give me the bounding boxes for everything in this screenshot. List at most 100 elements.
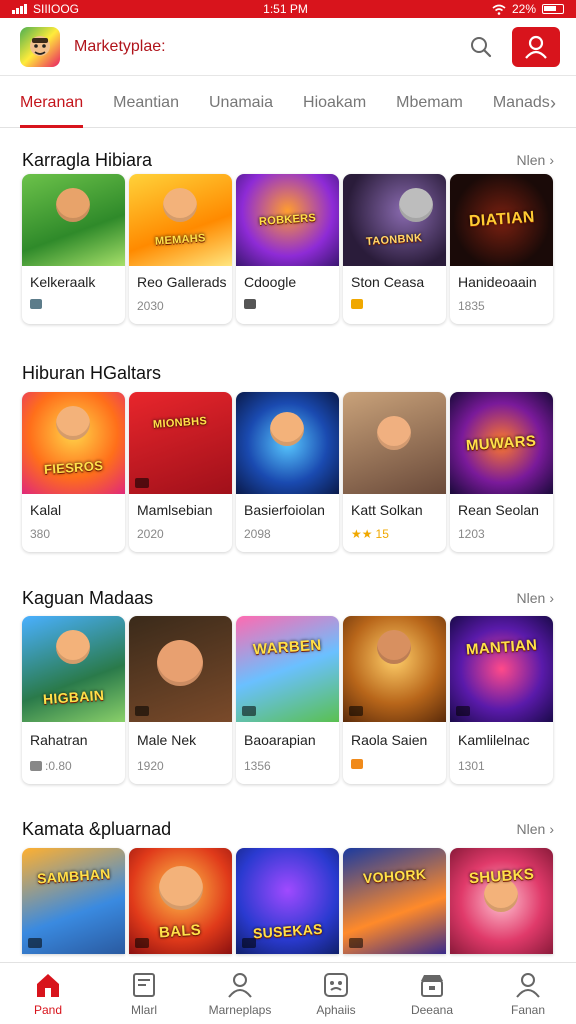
see-more-label: Nlen (516, 821, 546, 837)
game-name: Kamlilelnac (458, 732, 530, 748)
game-thumbnail: SHUBKS (450, 848, 553, 954)
badge-icon (456, 706, 470, 716)
game-card[interactable]: SAMBHAN (22, 848, 125, 954)
game-meta: 1835 (458, 299, 485, 313)
game-card[interactable]: SUSEKAS (236, 848, 339, 954)
game-card[interactable]: Basierfoiolan 2098 (236, 392, 339, 552)
nav-item-deeana[interactable]: Deeana (384, 963, 480, 1024)
section-title: Kamata &pluarnad (22, 819, 172, 839)
game-card[interactable]: Katt Solkan ★★ 15 (343, 392, 446, 552)
nav-item-mlarl[interactable]: Mlarl (96, 963, 192, 1024)
app-icon (322, 971, 350, 999)
section-hiburan-hgaltars: Hiburan HGaltars FIESROS Kalal 380 MIONB… (0, 359, 576, 559)
game-card[interactable]: MUWARS Rean Seolan 1203 (450, 392, 553, 552)
game-card[interactable]: TAONBNK Ston Ceasa (343, 174, 446, 324)
game-meta: 1920 (137, 759, 164, 773)
game-thumbnail: ROBKERS (236, 174, 339, 266)
section-header: Kaguan Madaas Nlen › (0, 584, 576, 614)
character-figure (270, 412, 304, 446)
game-card[interactable]: MANTIAN Kamlilelnac 1301 (450, 616, 553, 784)
see-more-link[interactable]: Nlen › (517, 152, 554, 168)
search-bar[interactable] (70, 27, 466, 67)
character-figure (56, 188, 90, 222)
game-art-text: FIESROS (43, 457, 104, 477)
character-figure (159, 866, 203, 910)
section-kamata-pluarnad: Kamata &pluarnad Nlen › SAMBHAN BALS SUSE… (0, 815, 576, 962)
app-logo-icon[interactable] (20, 26, 60, 67)
game-name: Basierfoiolan (244, 502, 325, 518)
nav-item-aphaiis[interactable]: Aphaiis (288, 963, 384, 1024)
badge-icon (135, 478, 149, 488)
profile-icon (226, 971, 254, 999)
see-more-label: Nlen (516, 590, 546, 606)
see-more-link[interactable]: Nlen › (517, 590, 554, 606)
game-thumbnail (343, 616, 446, 722)
nav-item-marneplaps[interactable]: Marneplaps (192, 963, 288, 1024)
chevron-right-icon: › (549, 821, 554, 837)
game-meta-value: 1356 (244, 759, 271, 773)
character-figure (56, 630, 90, 664)
game-card[interactable]: DIATIAN Hanideoaain 1835 (450, 174, 553, 324)
game-thumbnail (343, 392, 446, 494)
badge-icon (135, 706, 149, 716)
game-card[interactable]: Kelkeraalk (22, 174, 125, 324)
game-thumbnail: SAMBHAN (22, 848, 125, 954)
tab-unamaia[interactable]: Unamaia (209, 78, 273, 128)
profile-button[interactable] (512, 26, 560, 67)
game-card[interactable]: BALS (129, 848, 232, 954)
section-kaguan-madaas: Kaguan Madaas Nlen › HIGBAIN Rahatran :0.… (0, 584, 576, 789)
nav-label: Fanan (510, 1003, 546, 1017)
tab-meranan[interactable]: Meranan (20, 78, 84, 128)
game-meta-value: 2030 (137, 299, 164, 313)
game-meta (351, 759, 366, 769)
game-thumbnail: MEMAHS (129, 174, 232, 266)
nav-label: Aphaiis (316, 1003, 356, 1017)
platform-icon (30, 761, 42, 771)
game-card[interactable]: Male Nek 1920 (129, 616, 232, 784)
nav-item-home[interactable]: Pand (0, 963, 96, 1024)
game-card[interactable]: VOHORK (343, 848, 446, 954)
game-card[interactable]: MIONBHS Mamlsebian 2020 (129, 392, 232, 552)
user-icon (525, 35, 547, 59)
nav-label: Pand (33, 1003, 63, 1017)
chevron-right-icon[interactable]: › (550, 78, 556, 128)
game-meta-value: 1301 (458, 759, 485, 773)
badge-icon (242, 706, 256, 716)
search-input[interactable] (74, 37, 462, 56)
game-thumbnail: DIATIAN (450, 174, 553, 266)
game-art-text: SUSEKAS (252, 920, 323, 942)
game-meta-value: 2020 (137, 527, 164, 541)
tab-meantian[interactable]: Meantian (113, 78, 179, 128)
badge-icon (242, 938, 256, 948)
nav-item-fanan[interactable]: Fanan (480, 963, 576, 1024)
game-card[interactable]: MEMAHS Reo Gallerads 2030 (129, 174, 232, 324)
game-thumbnail: VOHORK (343, 848, 446, 954)
carrier-name: SIIIOOG (33, 2, 80, 16)
game-art-text: MIONBHS (153, 415, 208, 431)
game-card[interactable]: HIGBAIN Rahatran :0.80 (22, 616, 125, 784)
nav-label: Marneplaps (208, 1003, 272, 1017)
section-title: Hiburan HGaltars (22, 363, 162, 383)
nav-label: Mlarl (131, 1003, 157, 1017)
tab-mbemam[interactable]: Mbemam (396, 78, 463, 128)
game-name: Raola Saien (351, 732, 428, 748)
battery-icon (542, 4, 564, 14)
tab-hioakam[interactable]: Hioakam (303, 78, 366, 128)
game-card[interactable]: WARBEN Baoarapian 1356 (236, 616, 339, 784)
status-right: 22% (492, 2, 564, 16)
game-card[interactable]: Raola Saien (343, 616, 446, 784)
game-art-text: SAMBHAN (36, 865, 111, 887)
search-icon[interactable] (466, 32, 496, 62)
see-more-link[interactable]: Nlen › (517, 821, 554, 837)
battery-percent: 22% (511, 2, 536, 16)
game-name: Reo Gallerads (137, 274, 227, 290)
game-card[interactable]: SHUBKS (450, 848, 553, 954)
section-karragla-hibiara: Karragla Hibiara Nlen › Kelkeraalk MEMAHS… (0, 146, 576, 331)
tab-manads[interactable]: Manads (493, 78, 550, 128)
game-meta: 2030 (137, 299, 164, 313)
game-card[interactable]: FIESROS Kalal 380 (22, 392, 125, 552)
game-card[interactable]: ROBKERS Cdoogle (236, 174, 339, 324)
game-name: Katt Solkan (351, 502, 423, 518)
game-art-text: WARBEN (252, 636, 323, 658)
game-art-text: SHUBKS (468, 865, 535, 887)
